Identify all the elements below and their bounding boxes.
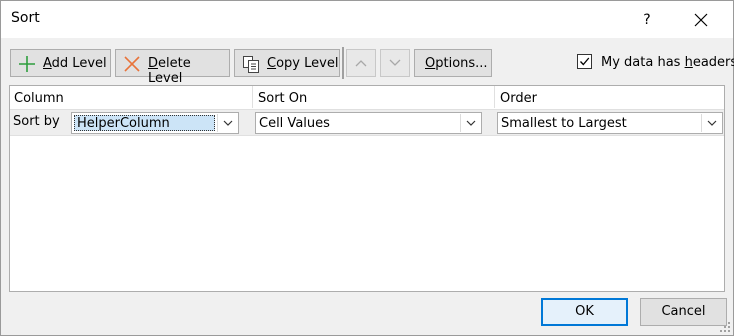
column-header: Column [14, 91, 64, 106]
order-select[interactable]: Smallest to Largest [497, 112, 723, 134]
sort-on-select-value: Cell Values [259, 116, 330, 131]
column-select-value: HelperColumn [74, 115, 215, 131]
headers-checkbox-label[interactable]: My data has headers [601, 55, 734, 70]
header-divider [494, 86, 495, 108]
checkmark-icon [580, 57, 590, 66]
move-down-button[interactable] [380, 49, 410, 77]
sort-on-header: Sort On [258, 91, 308, 106]
help-button[interactable]: ? [635, 8, 659, 32]
copy-icon [243, 56, 259, 73]
toolbar-separator [342, 47, 344, 79]
arrow-down-icon [389, 59, 401, 66]
add-level-button[interactable]: Add Level [10, 49, 111, 77]
chevron-down-icon [707, 120, 717, 126]
sort-on-select[interactable]: Cell Values [255, 112, 482, 134]
column-dropdown-button[interactable] [217, 114, 237, 132]
sort-by-label: Sort by [13, 114, 60, 129]
copy-level-label: Copy Level [267, 56, 339, 71]
delete-x-icon [124, 56, 140, 72]
chevron-down-icon [223, 120, 233, 126]
add-level-label: Add Level [43, 56, 107, 71]
close-icon [694, 13, 708, 27]
order-header: Order [500, 91, 537, 106]
cancel-button[interactable]: Cancel [640, 298, 727, 326]
header-divider [252, 86, 253, 108]
options-label: Options... [425, 56, 488, 71]
chevron-down-icon [466, 120, 476, 126]
sort-on-dropdown-button[interactable] [460, 114, 480, 132]
delete-level-button[interactable]: Delete Level [115, 49, 230, 86]
copy-level-button[interactable]: Copy Level [234, 49, 340, 77]
title-bar: Sort ? [1, 1, 733, 38]
resize-grip-icon[interactable] [719, 321, 731, 333]
plus-icon [19, 56, 35, 72]
close-button[interactable] [689, 8, 713, 32]
ok-button[interactable]: OK [541, 298, 628, 326]
order-dropdown-button[interactable] [701, 114, 721, 132]
sort-levels-grid: Column Sort On Order Sort by HelperColum… [9, 85, 725, 292]
sort-dialog: Sort ? Add Level Delete Level Copy Level [0, 0, 734, 336]
headers-checkbox[interactable] [577, 54, 592, 69]
delete-level-label: Delete Level [148, 56, 191, 86]
options-button[interactable]: Options... [414, 49, 492, 77]
order-select-value: Smallest to Largest [501, 116, 627, 131]
arrow-up-icon [355, 60, 367, 67]
move-up-button[interactable] [346, 49, 376, 77]
dialog-title: Sort [11, 10, 40, 26]
column-select[interactable]: HelperColumn [71, 112, 239, 134]
sort-level-row[interactable]: Sort by HelperColumn Cell Values Smalles… [10, 109, 724, 136]
